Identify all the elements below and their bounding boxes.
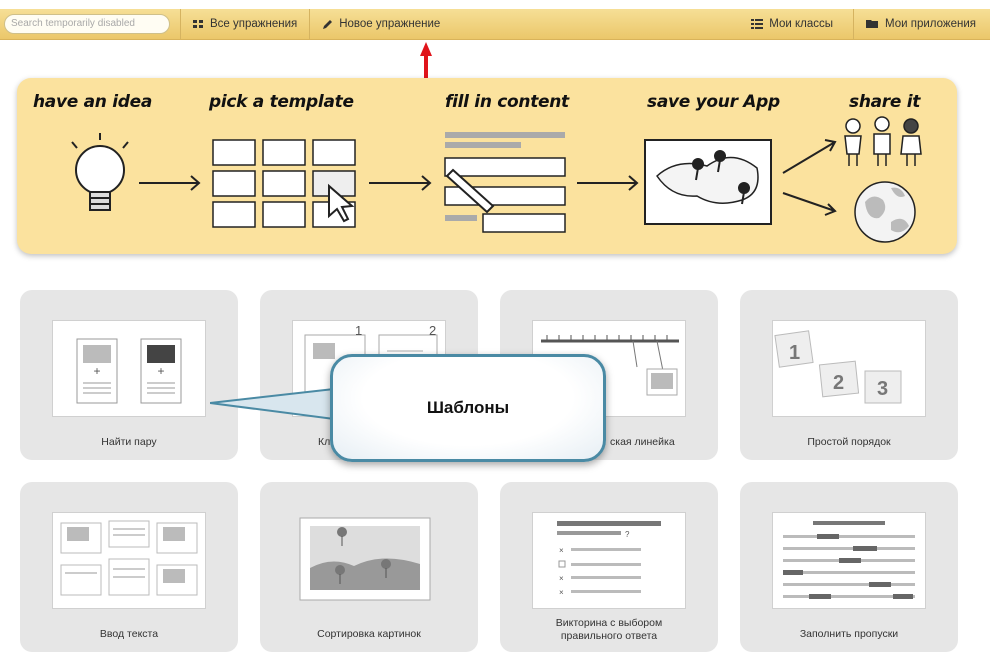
template-thumbnail (292, 512, 444, 607)
svg-text:3: 3 (877, 378, 888, 400)
svg-text:+: + (157, 364, 164, 378)
template-label: Найти пару (101, 436, 157, 448)
template-card-fill-gaps[interactable]: Заполнить пропуски (740, 482, 958, 652)
template-card-quiz[interactable]: ? × × × Викторина с выбором правильного … (500, 482, 718, 652)
search-input[interactable]: Search temporarily disabled (4, 14, 170, 34)
template-label-line1: Викторина с выбором (555, 617, 663, 629)
template-card-find-pair[interactable]: + + Найти пару (20, 290, 238, 460)
image-sort-icon (299, 517, 431, 601)
nav-all-exercises[interactable]: Все упражнения (180, 9, 309, 39)
pair-cards-icon: + + (76, 338, 182, 404)
svg-text:×: × (559, 588, 564, 597)
quiz-icon: ? × × × (557, 521, 661, 597)
template-thumbnail: + + (52, 320, 206, 417)
svg-text:2: 2 (833, 372, 844, 394)
nav-new-exercise-label: Новое упражнение (339, 18, 441, 30)
svg-text:×: × (559, 574, 564, 583)
template-label: Викторина с выбором правильного ответа (500, 617, 718, 643)
list-icon (751, 19, 764, 29)
template-card-simple-order[interactable]: 1 2 3 Простой порядок (740, 290, 958, 460)
template-label-line2: правильного ответа (560, 630, 658, 642)
lightbulb-icon (71, 133, 129, 211)
fill-gaps-icon (783, 521, 915, 599)
people-icon (844, 116, 922, 166)
nav-all-exercises-label: Все упражнения (210, 18, 298, 30)
template-label: Заполнить пропуски (799, 628, 899, 640)
nav-new-exercise[interactable]: Новое упражнение (309, 9, 452, 39)
template-card-image-sort[interactable]: Сортировка картинок (260, 482, 478, 652)
svg-text:?: ? (625, 530, 630, 539)
template-label: Сортировка картинок (317, 628, 421, 640)
text-input-icon (60, 520, 198, 596)
form-icon (444, 132, 566, 233)
template-label: Ввод текста (99, 628, 159, 640)
svg-text:2: 2 (429, 323, 436, 338)
template-thumbnail: ? × × × (532, 512, 686, 609)
template-thumbnail: 1 2 3 (772, 320, 926, 417)
top-navigation-bar: Search temporarily disabled Все упражнен… (0, 9, 990, 40)
ordering-icon: 1 2 3 (774, 330, 902, 404)
process-illustration (71, 116, 922, 243)
grid-icon (193, 19, 203, 28)
globe-icon (854, 181, 916, 243)
template-thumbnail (772, 512, 926, 609)
callout-text: Шаблоны (426, 398, 510, 417)
nav-my-classes[interactable]: Мои классы (739, 9, 853, 39)
svg-text:1: 1 (789, 342, 800, 364)
nav-my-classes-label: Мои классы (769, 18, 834, 30)
callout-pointer (210, 387, 335, 421)
map-icon (644, 139, 772, 225)
nav-my-apps-label: Мои приложения (885, 18, 976, 30)
svg-text:1: 1 (355, 323, 362, 338)
template-thumbnail (52, 512, 206, 609)
template-card-text-input[interactable]: Ввод текста (20, 482, 238, 652)
how-it-works-banner: have an idea pick a template fill in con… (17, 78, 957, 254)
template-label: Простой порядок (807, 436, 891, 448)
template-grid-icon (212, 139, 356, 228)
templates-callout: Шаблоны (330, 354, 606, 462)
svg-text:+: + (93, 364, 100, 378)
svg-text:×: × (559, 546, 564, 555)
nav-my-apps[interactable]: Мои приложения (853, 9, 990, 39)
pencil-icon (323, 19, 333, 29)
folder-icon (866, 20, 879, 28)
